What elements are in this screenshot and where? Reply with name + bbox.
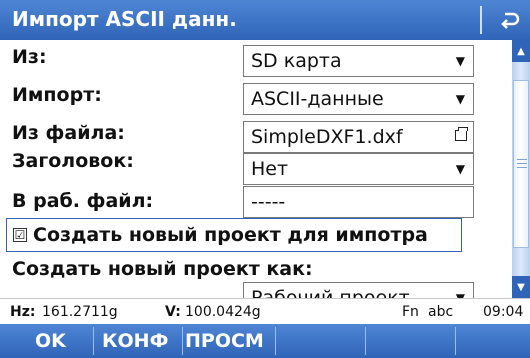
to-job-label: В раб. файл: [12, 190, 154, 212]
vertical-scrollbar[interactable]: ▲ ▼ [512, 40, 530, 298]
clock: 09:04 [483, 304, 524, 320]
from-file-value: SimpleDXF1.dxf [251, 126, 403, 148]
scrollbar-grip [517, 159, 527, 160]
from-file-label: Из файла: [12, 122, 125, 144]
scrollbar-grip [517, 163, 527, 164]
scroll-down-button[interactable]: ▼ [512, 276, 530, 298]
softkey-separator [182, 327, 183, 355]
ok-softkey[interactable]: OK [35, 324, 66, 358]
fn-mode: Fn [402, 304, 419, 320]
from-value: SD карта [251, 50, 342, 72]
window-title: Импорт ASCII данн. [12, 7, 237, 31]
scrollbar-thumb[interactable] [513, 80, 529, 248]
import-label: Импорт: [12, 84, 102, 106]
import-value: ASCII-данные [251, 88, 384, 110]
create-project-checkbox[interactable]: ☑ [13, 228, 27, 242]
softkey-separator [365, 327, 366, 355]
scrollbar-grip [517, 167, 527, 168]
dropdown-arrow-icon: ▼ [455, 162, 465, 176]
status-bar: Hz: 161.2711g V: 100.0424g Fn abc 09:04 [0, 298, 530, 324]
to-job-field[interactable]: ----- [243, 186, 474, 218]
softkey-separator [93, 327, 94, 355]
dropdown-arrow-icon: ▼ [455, 54, 465, 68]
hz-value: 161.2711g [42, 304, 118, 320]
input-mode: abc [428, 304, 454, 320]
header-label: Заголовок: [12, 150, 134, 172]
config-softkey[interactable]: КОНФ [102, 324, 168, 358]
to-job-value: ----- [251, 191, 286, 213]
softkey-bar: OK КОНФ ПРОСМ [0, 324, 530, 358]
view-softkey[interactable]: ПРОСМ [185, 324, 264, 358]
hz-label: Hz: [10, 304, 36, 320]
header-value: Нет [251, 158, 289, 180]
title-bar: Импорт ASCII данн. [0, 0, 530, 40]
create-project-checkbox-row[interactable]: ☑ Создать новый проект для импотра [6, 218, 462, 252]
from-file-field[interactable]: SimpleDXF1.dxf [243, 121, 474, 153]
header-select[interactable]: Нет ▼ [243, 153, 474, 185]
file-browse-icon[interactable] [455, 127, 468, 141]
dropdown-arrow-icon: ▼ [455, 92, 465, 106]
softkey-separator [275, 327, 276, 355]
title-separator [480, 6, 482, 34]
v-label: V: [165, 304, 181, 320]
v-value: 100.0424g [185, 304, 261, 320]
create-project-label: Создать новый проект для импотра [33, 224, 428, 246]
import-select[interactable]: ASCII-данные ▼ [243, 83, 474, 115]
softkey-separator [455, 327, 456, 355]
from-label: Из: [12, 46, 47, 68]
from-select[interactable]: SD карта ▼ [243, 45, 474, 77]
return-arrow-icon[interactable] [492, 4, 528, 36]
import-form: Из: SD карта ▼ Импорт: ASCII-данные ▼ Из… [0, 40, 512, 314]
create-as-label: Создать новый проект как: [12, 258, 313, 280]
scroll-up-button[interactable]: ▲ [512, 40, 530, 62]
